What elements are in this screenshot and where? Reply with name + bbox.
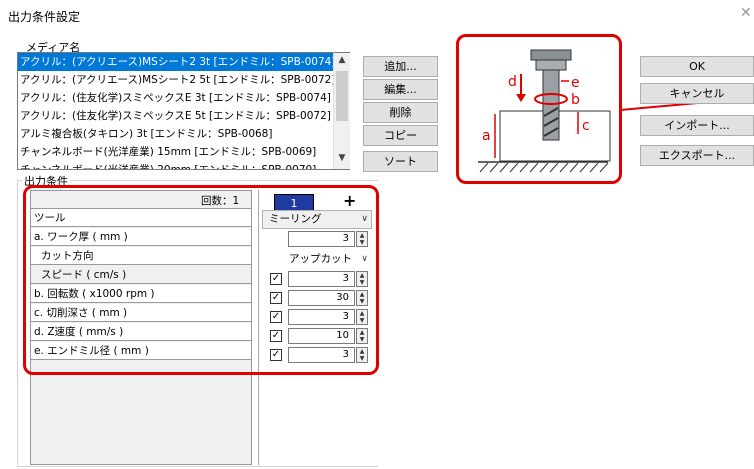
media-item[interactable]: アクリル：(アクリエース)MSシート2 3t [エンドミル：SPB-0074] (18, 53, 349, 71)
media-item[interactable]: アクリル：(住友化学)スミペックスE 3t [エンドミル：SPB-0074] (18, 89, 349, 107)
media-item[interactable]: アクリル：(住友化学)スミペックスE 5t [エンドミル：SPB-0072] (18, 107, 349, 125)
output-highlight (23, 185, 379, 375)
cancel-button[interactable]: キャンセル (640, 83, 754, 104)
media-item[interactable]: チャンネルボード(光洋産業) 20mm [エンドミル：SPB-0070] (18, 161, 349, 169)
media-item[interactable]: アルミ複合板(タキロン) 3t [エンドミル：SPB-0068] (18, 125, 349, 143)
media-item[interactable]: アクリル：(アクリエース)MSシート2 5t [エンドミル：SPB-0072] (18, 71, 349, 89)
add-button[interactable]: 追加... (363, 56, 438, 77)
scroll-up-icon[interactable]: ▲ (334, 55, 350, 65)
delete-button[interactable]: 削除 (363, 102, 438, 123)
close-icon[interactable]: ✕ (740, 5, 752, 21)
scroll-down-icon[interactable]: ▼ (334, 153, 350, 163)
media-list-scrollbar[interactable]: ▲ ▼ (333, 53, 350, 169)
edit-button[interactable]: 編集... (363, 79, 438, 100)
copy-button[interactable]: コピー (363, 125, 438, 146)
export-button[interactable]: エクスポート... (640, 145, 754, 166)
ok-button[interactable]: OK (640, 56, 754, 77)
media-list[interactable]: アクリル：(アクリエース)MSシート2 3t [エンドミル：SPB-0074] … (17, 52, 350, 170)
sort-button[interactable]: ソート (363, 151, 438, 172)
scroll-thumb[interactable] (336, 71, 348, 121)
window-title: 出力条件設定 (8, 10, 81, 24)
import-button[interactable]: インポート... (640, 115, 754, 136)
media-item[interactable]: チャンネルボード(光洋産業) 15mm [エンドミル：SPB-0069] (18, 143, 349, 161)
diagram-highlight (456, 34, 622, 184)
